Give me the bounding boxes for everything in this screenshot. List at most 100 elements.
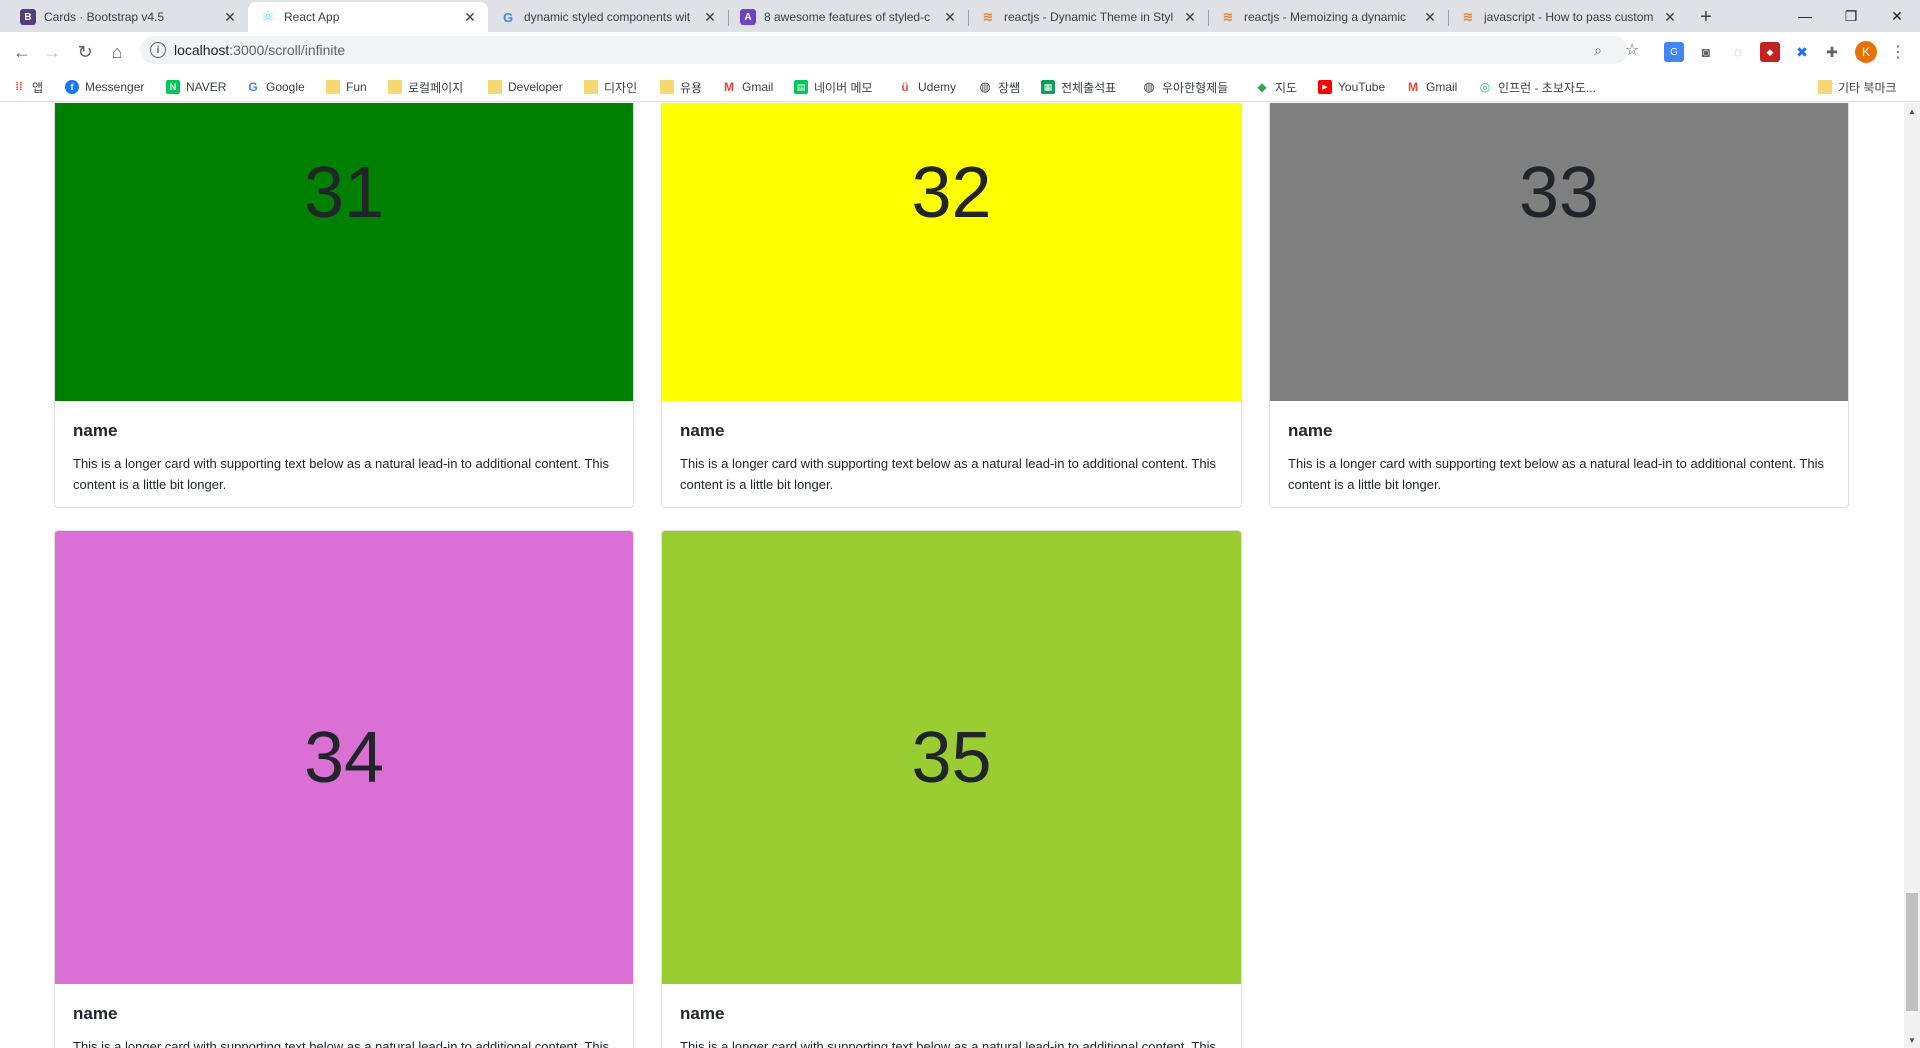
bookmark-naver[interactable]: N NAVER	[166, 78, 226, 96]
bookmark-maps[interactable]: ◆ 지도	[1255, 78, 1297, 96]
close-icon[interactable]: ✕	[702, 9, 718, 25]
bookmark-folder-design[interactable]: 디자인	[584, 78, 637, 96]
puzzle-icon[interactable]: ✚	[1822, 42, 1842, 62]
bookmark-label: Gmail	[1426, 80, 1458, 94]
reload-button[interactable]: ↻	[71, 38, 99, 66]
tab-strip: B Cards · Bootstrap v4.5 ✕ ⚛ React App ✕…	[0, 0, 1920, 32]
url-path: :3000/scroll/infinite	[229, 42, 346, 58]
bookmark-attendance-sheet[interactable]: ▦ 전체출석표	[1041, 78, 1116, 96]
card-title: name	[73, 1004, 118, 1023]
bookmark-folder-developer[interactable]: Developer	[488, 78, 563, 96]
home-button[interactable]: ⌂	[103, 38, 131, 66]
close-icon[interactable]: ✕	[1182, 9, 1198, 25]
card-number: 31	[303, 152, 385, 233]
bootstrap-icon: B	[20, 9, 36, 25]
card-33: 33 name This is a longer card with suppo…	[1269, 103, 1849, 508]
card-32: 32 name This is a longer card with suppo…	[661, 103, 1242, 508]
card-body: name This is a longer card with supporti…	[662, 401, 1241, 507]
scroll-up-arrow-icon[interactable]: ▲	[1904, 103, 1920, 119]
bookmark-label: 유용	[680, 80, 703, 95]
page-scrollbar[interactable]: ▲ ▼	[1904, 103, 1920, 1048]
zoom-icon[interactable]: ⌕	[1590, 42, 1606, 58]
extension-blue-icon[interactable]: ✖	[1792, 42, 1812, 62]
extension-circle-icon[interactable]: ◌	[1728, 42, 1748, 62]
bookmark-label: Fun	[346, 80, 367, 94]
new-tab-button[interactable]: +	[1692, 3, 1720, 31]
facebook-icon: f	[65, 80, 79, 94]
tab-title: React App	[284, 10, 340, 24]
bookmark-label: 기타 북마크	[1838, 80, 1897, 95]
url-text[interactable]: localhost:3000/scroll/infinite	[174, 42, 345, 58]
card-number: 33	[1518, 152, 1600, 233]
tab-google-search[interactable]: G dynamic styled components wit ✕	[488, 2, 728, 32]
bookmark-inflearn[interactable]: ◎ 인프런 - 초보자도...	[1478, 78, 1596, 96]
scroll-down-arrow-icon[interactable]: ▼	[1904, 1032, 1920, 1048]
bookmark-apps[interactable]: ⁞⁞ 앱	[12, 78, 43, 96]
close-icon[interactable]: ✕	[222, 9, 238, 25]
bookmark-google[interactable]: G Google	[246, 78, 304, 96]
gmail-icon: M	[724, 80, 734, 94]
inflearn-icon: ◎	[1479, 80, 1491, 94]
close-icon[interactable]: ✕	[942, 9, 958, 25]
card-31: 31 name This is a longer card with suppo…	[54, 103, 634, 508]
close-window-button[interactable]: ✕	[1874, 0, 1920, 32]
tab-stackoverflow-memoizing[interactable]: ≋ reactjs - Memoizing a dynamic ✕	[1208, 2, 1448, 32]
bookmark-label: 디자인	[604, 80, 638, 95]
tab-title: reactjs - Memoizing a dynamic	[1244, 10, 1407, 24]
bookmark-label: 전체출석표	[1061, 80, 1117, 95]
close-icon[interactable]: ✕	[462, 9, 478, 25]
bookmark-label: NAVER	[186, 80, 227, 94]
tab-stackoverflow-dynamic-theme[interactable]: ≋ reactjs - Dynamic Theme in Styl ✕	[968, 2, 1208, 32]
tab-title: 8 awesome features of styled-c	[764, 10, 931, 24]
bookmark-gmail-2[interactable]: M Gmail	[1406, 78, 1457, 96]
translate-icon[interactable]: G	[1664, 42, 1684, 62]
tab-title: javascript - How to pass custom	[1484, 10, 1654, 24]
scrollbar-thumb[interactable]	[1906, 893, 1918, 1011]
camera-icon[interactable]: ◙	[1696, 42, 1716, 62]
close-icon[interactable]: ✕	[1662, 9, 1678, 25]
bookmark-naver-memo[interactable]: ▤ 네이버 메모	[794, 78, 873, 96]
bookmark-messenger[interactable]: f Messenger	[65, 78, 144, 96]
card-34: 34 name This is a longer card with suppo…	[54, 530, 634, 1048]
forward-button[interactable]: →	[38, 38, 66, 66]
react-icon: ⚛	[261, 9, 275, 26]
card-title: name	[680, 1004, 725, 1023]
card-body: name This is a longer card with supporti…	[662, 984, 1241, 1048]
globe-icon: ◍	[979, 79, 991, 94]
card-body: name This is a longer card with supporti…	[55, 401, 633, 507]
close-icon[interactable]: ✕	[1422, 9, 1438, 25]
bookmark-woowa[interactable]: ◍ 우아한형제들	[1142, 78, 1228, 96]
card-text: This is a longer card with supporting te…	[680, 456, 1216, 492]
bookmark-label: 장쌤	[998, 80, 1021, 95]
card-text: This is a longer card with supporting te…	[73, 456, 609, 492]
bookmark-jangssam[interactable]: ◍ 장쌤	[978, 78, 1020, 96]
restore-button[interactable]: ❐	[1828, 0, 1874, 32]
tab-stackoverflow-pass-custom[interactable]: ≋ javascript - How to pass custom ✕	[1448, 2, 1688, 32]
tab-bootstrap-cards[interactable]: B Cards · Bootstrap v4.5 ✕	[8, 2, 248, 32]
tab-styled-components-features[interactable]: A 8 awesome features of styled-c ✕	[728, 2, 968, 32]
bookmark-label: YouTube	[1338, 80, 1386, 94]
apps-grid-icon: ⁞⁞	[15, 81, 23, 93]
bookmarks-bar: ⁞⁞ 앱 f Messenger N NAVER G Google Fun 로컬페이지 …	[0, 72, 1920, 102]
stackoverflow-icon: ≋	[1462, 9, 1474, 24]
avatar[interactable]: K	[1855, 41, 1877, 63]
address-bar[interactable]: i localhost:3000/scroll/infinite ⌕ ☆	[140, 36, 1639, 64]
bookmark-udemy[interactable]: ü Udemy	[898, 78, 956, 96]
menu-icon[interactable]: ⋮	[1888, 42, 1908, 62]
info-icon[interactable]: i	[150, 42, 166, 58]
bookmark-other[interactable]: 기타 북마크	[1818, 78, 1897, 96]
bookmark-label: 앱	[32, 80, 44, 95]
minimize-button[interactable]: —	[1782, 0, 1828, 32]
tab-react-app[interactable]: ⚛ React App ✕	[248, 2, 488, 32]
back-button[interactable]: ←	[8, 38, 36, 66]
bookmark-youtube[interactable]: ▶ YouTube	[1318, 78, 1385, 96]
bookmark-folder-useful[interactable]: 유용	[660, 78, 702, 96]
tab-title: Cards · Bootstrap v4.5	[44, 10, 165, 24]
bookmark-folder-fun[interactable]: Fun	[326, 78, 367, 96]
bookmark-gmail[interactable]: M Gmail	[722, 78, 773, 96]
url-host: localhost	[174, 42, 230, 58]
bookmark-star-icon[interactable]: ☆	[1624, 42, 1640, 59]
extension-red-icon[interactable]: ◆	[1760, 42, 1780, 62]
naver-icon: N	[166, 80, 180, 94]
bookmark-folder-local[interactable]: 로컬페이지	[388, 78, 463, 96]
